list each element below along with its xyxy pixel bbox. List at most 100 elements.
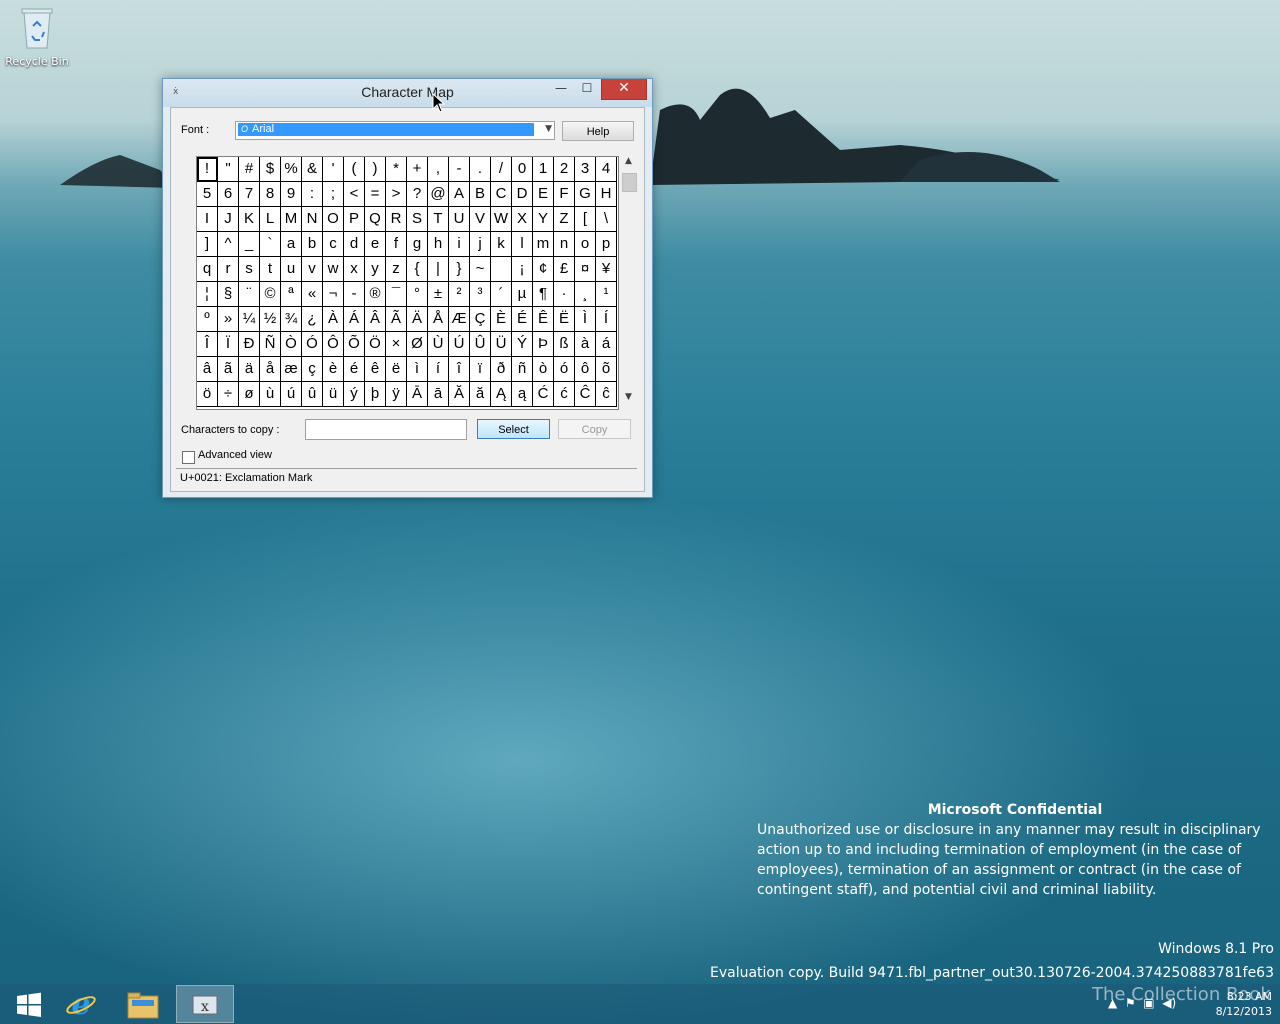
- character-cell[interactable]: Ĉ: [575, 382, 596, 407]
- character-cell[interactable]: 5: [197, 182, 218, 207]
- character-cell[interactable]: Ą: [491, 382, 512, 407]
- character-cell[interactable]: å: [260, 357, 281, 382]
- character-cell[interactable]: x: [344, 257, 365, 282]
- character-cell[interactable]: Õ: [344, 332, 365, 357]
- character-cell[interactable]: Q: [365, 207, 386, 232]
- character-cell[interactable]: +: [407, 157, 428, 182]
- character-grid[interactable]: ! " # $% & '() * +, -./0 1 2 3 4 5 6 7 8 9:; < = >? @ A B C D E F G H…: [196, 156, 619, 410]
- character-cell[interactable]: º: [197, 307, 218, 332]
- character-cell[interactable]: ': [323, 157, 344, 182]
- character-cell[interactable]: 9: [281, 182, 302, 207]
- character-cell[interactable]: w: [323, 257, 344, 282]
- character-cell[interactable]: -: [449, 157, 470, 182]
- character-cell[interactable]: ¬: [323, 282, 344, 307]
- character-cell[interactable]: H: [596, 182, 617, 207]
- character-cell[interactable]: Â: [365, 307, 386, 332]
- character-cell[interactable]: c: [323, 232, 344, 257]
- scroll-thumb[interactable]: [622, 173, 637, 192]
- character-cell[interactable]: ®: [365, 282, 386, 307]
- character-cell[interactable]: <: [344, 182, 365, 207]
- character-cell[interactable]: ¿: [302, 307, 323, 332]
- character-cell[interactable]: Ă: [449, 382, 470, 407]
- character-cell[interactable]: â: [197, 357, 218, 382]
- select-button[interactable]: Select: [477, 419, 550, 439]
- character-cell[interactable]: Ü: [491, 332, 512, 357]
- character-cell[interactable]: ø: [239, 382, 260, 407]
- character-cell[interactable]: «: [302, 282, 323, 307]
- character-cell[interactable]: ©: [260, 282, 281, 307]
- character-cell[interactable]: ¤: [575, 257, 596, 282]
- character-cell[interactable]: ó: [554, 357, 575, 382]
- title-bar[interactable]: ẋ Character Map — ☐ ✕: [163, 79, 652, 107]
- character-cell[interactable]: ù: [260, 382, 281, 407]
- character-cell[interactable]: 4: [596, 157, 617, 182]
- character-cell[interactable]: æ: [281, 357, 302, 382]
- character-cell[interactable]: ¸: [575, 282, 596, 307]
- character-cell[interactable]: Ì: [575, 307, 596, 332]
- character-cell[interactable]: Ð: [239, 332, 260, 357]
- character-cell[interactable]: *: [386, 157, 407, 182]
- character-cell[interactable]: ü: [323, 382, 344, 407]
- character-cell[interactable]: à: [575, 332, 596, 357]
- character-cell[interactable]: y: [365, 257, 386, 282]
- character-cell[interactable]: %: [281, 157, 302, 182]
- character-cell[interactable]: >: [386, 182, 407, 207]
- character-cell[interactable]: ,: [428, 157, 449, 182]
- character-cell[interactable]: ð: [491, 357, 512, 382]
- character-cell[interactable]: i: [449, 232, 470, 257]
- character-cell[interactable]: ä: [239, 357, 260, 382]
- character-cell[interactable]: ´: [491, 282, 512, 307]
- character-cell[interactable]: 3: [575, 157, 596, 182]
- chevron-down-icon[interactable]: ▼: [545, 124, 552, 134]
- character-cell[interactable]: 0: [512, 157, 533, 182]
- character-cell[interactable]: ¶: [533, 282, 554, 307]
- character-cell[interactable]: =: [365, 182, 386, 207]
- character-cell[interactable]: Í: [596, 307, 617, 332]
- character-cell[interactable]: ;: [323, 182, 344, 207]
- character-cell[interactable]: (: [344, 157, 365, 182]
- character-cell[interactable]: G: [575, 182, 596, 207]
- character-cell[interactable]: ¡: [512, 257, 533, 282]
- character-cell[interactable]: |: [428, 257, 449, 282]
- character-cell[interactable]: S: [407, 207, 428, 232]
- copy-button[interactable]: Copy: [558, 419, 631, 439]
- character-cell[interactable]: #: [239, 157, 260, 182]
- character-cell[interactable]: °: [407, 282, 428, 307]
- character-cell[interactable]: }: [449, 257, 470, 282]
- character-cell[interactable]: ¥: [596, 257, 617, 282]
- character-cell[interactable]: Ô: [323, 332, 344, 357]
- start-button[interactable]: [0, 985, 58, 1023]
- taskbar-file-explorer[interactable]: [114, 985, 172, 1023]
- character-cell[interactable]: Þ: [533, 332, 554, 357]
- character-cell[interactable]: j: [470, 232, 491, 257]
- character-cell[interactable]: ]: [197, 232, 218, 257]
- character-cell[interactable]: ñ: [512, 357, 533, 382]
- volume-icon[interactable]: ◀): [1162, 996, 1176, 1010]
- character-cell[interactable]: b: [302, 232, 323, 257]
- character-cell[interactable]: ê: [365, 357, 386, 382]
- close-button[interactable]: ✕: [601, 79, 647, 100]
- character-cell[interactable]: Ä: [407, 307, 428, 332]
- character-cell[interactable]: .: [470, 157, 491, 182]
- character-cell[interactable]: Ï: [218, 332, 239, 357]
- character-cell[interactable]: -: [344, 282, 365, 307]
- character-cell[interactable]: k: [491, 232, 512, 257]
- character-cell[interactable]: T: [428, 207, 449, 232]
- character-cell[interactable]: 2: [554, 157, 575, 182]
- character-cell[interactable]: ¾: [281, 307, 302, 332]
- character-cell[interactable]: u: [281, 257, 302, 282]
- character-cell[interactable]: 6: [218, 182, 239, 207]
- taskbar-internet-explorer[interactable]: e: [52, 985, 110, 1023]
- character-cell[interactable]: I: [197, 207, 218, 232]
- show-hidden-icons-icon[interactable]: ▲: [1108, 996, 1117, 1010]
- character-cell[interactable]: ç: [302, 357, 323, 382]
- character-cell[interactable]: 1: [533, 157, 554, 182]
- character-cell[interactable]: ą: [512, 382, 533, 407]
- character-cell[interactable]: [: [575, 207, 596, 232]
- character-cell[interactable]: Ã: [386, 307, 407, 332]
- character-cell[interactable]: Å: [428, 307, 449, 332]
- character-cell[interactable]: Ù: [428, 332, 449, 357]
- character-cell[interactable]: À: [323, 307, 344, 332]
- character-cell[interactable]: ö: [197, 382, 218, 407]
- character-cell[interactable]: N: [302, 207, 323, 232]
